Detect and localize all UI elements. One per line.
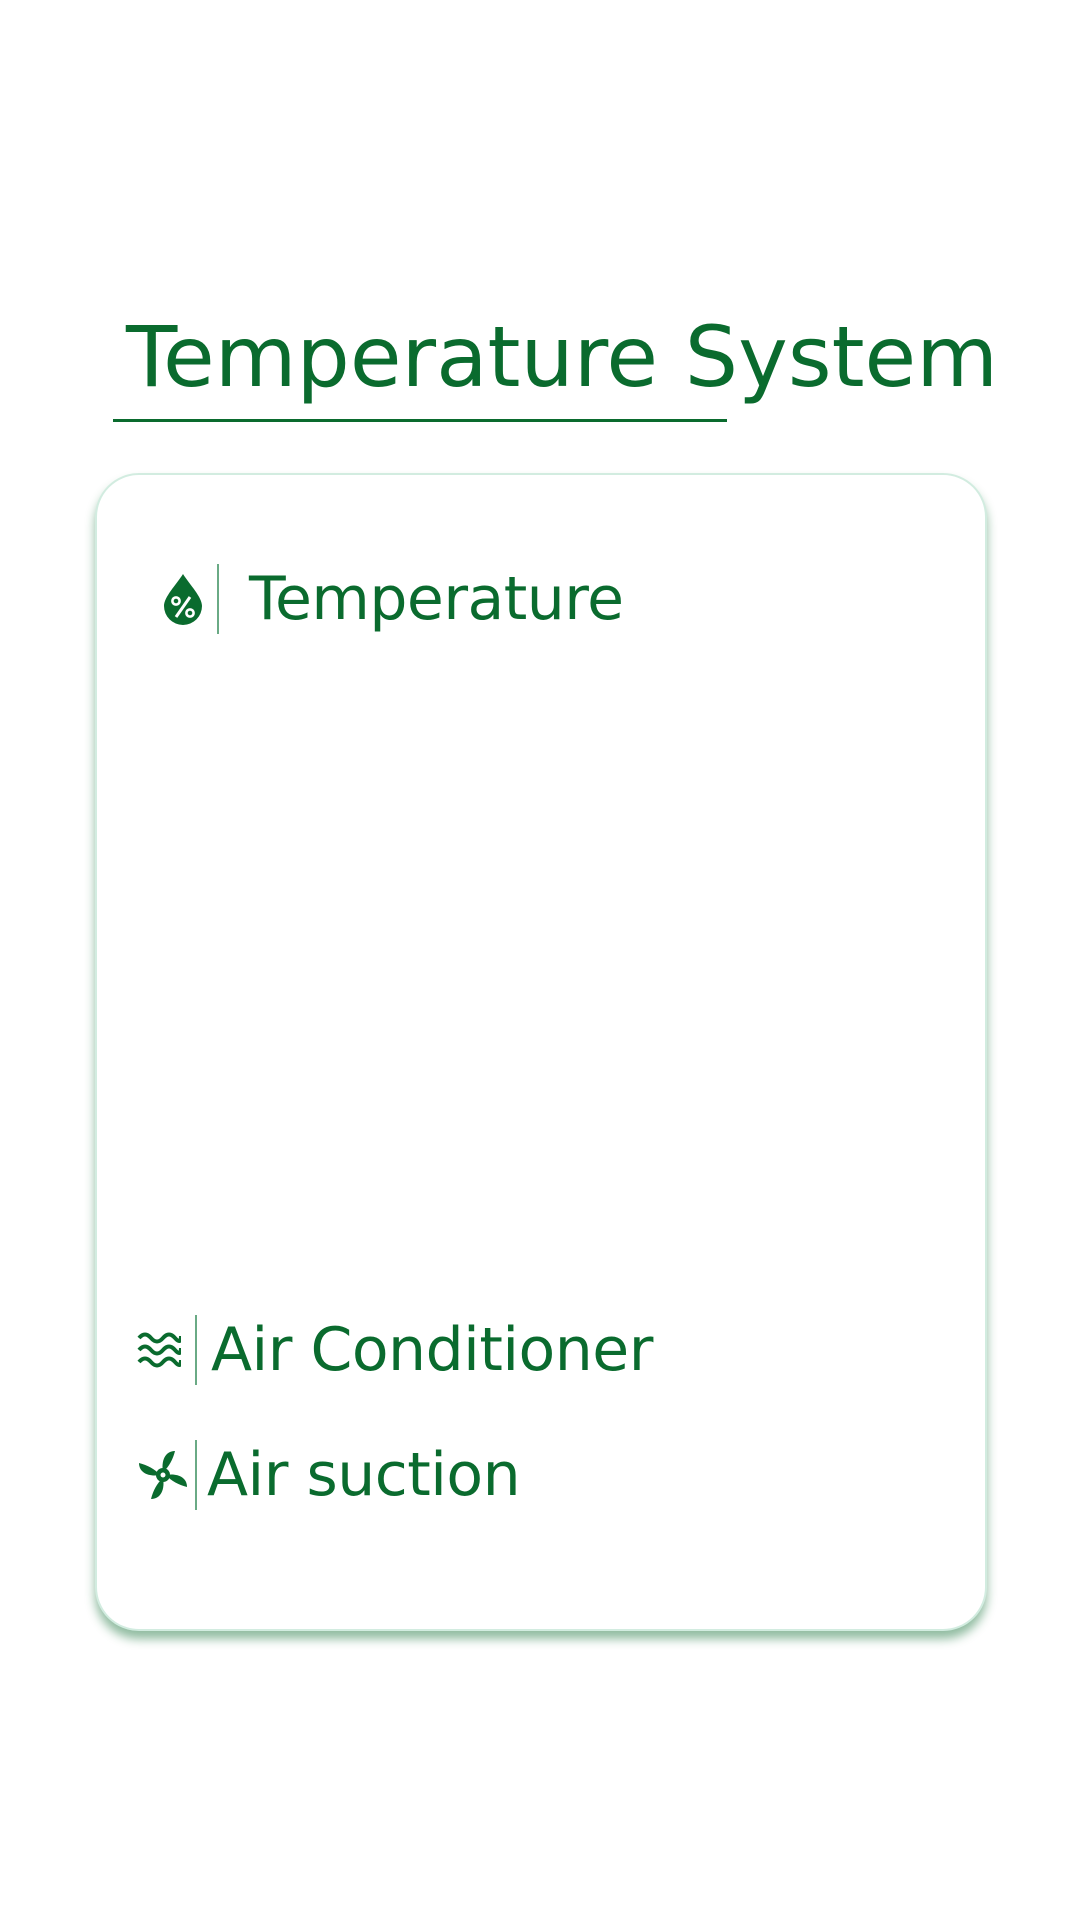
title-underline — [113, 419, 727, 422]
air-waves-icon — [137, 1328, 181, 1372]
temperature-label: Temperature — [249, 564, 624, 634]
control-card: Temperature Air Conditioner Air suction — [95, 473, 987, 1631]
air-suction-label: Air suction — [207, 1440, 521, 1510]
temperature-row[interactable]: Temperature — [163, 563, 624, 635]
air-conditioner-row[interactable]: Air Conditioner — [137, 1314, 653, 1386]
fan-icon — [137, 1449, 189, 1501]
air-conditioner-label: Air Conditioner — [211, 1315, 653, 1385]
temperature-divider — [217, 564, 219, 634]
air-suction-divider — [195, 1440, 197, 1510]
air-suction-row[interactable]: Air suction — [137, 1439, 521, 1511]
humidity-drop-icon — [163, 573, 203, 625]
air-conditioner-divider — [195, 1315, 197, 1385]
page-title: Temperature System — [126, 308, 999, 406]
